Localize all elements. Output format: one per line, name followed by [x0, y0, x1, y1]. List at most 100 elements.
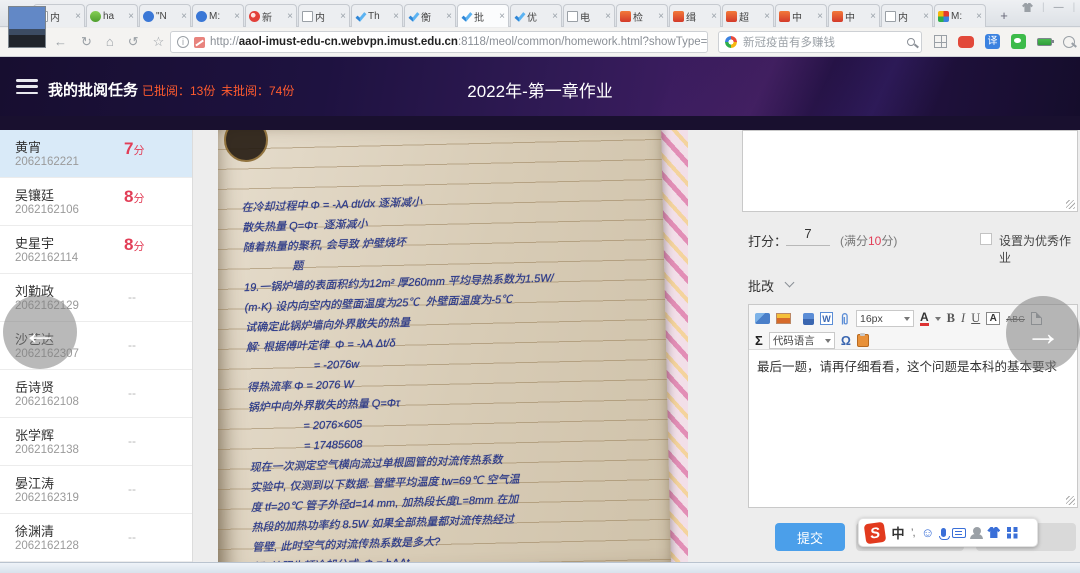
browser-tab[interactable]: Th × [351, 4, 403, 27]
tab-close-icon[interactable]: × [393, 11, 399, 22]
undo-icon[interactable]: ↺ [128, 34, 139, 50]
tools-wrench-icon[interactable] [1063, 36, 1075, 48]
wechat-icon[interactable] [1011, 34, 1026, 49]
menu-hamburger-icon[interactable] [16, 79, 38, 94]
bold-icon[interactable]: B [947, 311, 955, 326]
underline-icon[interactable]: U [971, 311, 980, 326]
browser-tab[interactable]: 衡 × [404, 4, 456, 27]
back-icon[interactable]: ← [54, 34, 67, 50]
favorite-icon[interactable]: ☆ [153, 34, 165, 50]
next-student-button[interactable]: → [1006, 296, 1080, 370]
insert-image-icon[interactable] [755, 313, 770, 324]
minimize-button[interactable]: — [1054, 2, 1064, 13]
special-char-icon[interactable]: Ω [841, 334, 851, 348]
tab-label: 内 [898, 9, 921, 24]
browser-tab[interactable]: 超 × [722, 4, 774, 27]
page-info-icon[interactable]: i [177, 36, 189, 48]
attachment-paperclip-icon[interactable] [839, 312, 850, 326]
ime-toolbox-icon[interactable] [1007, 527, 1012, 532]
submit-button[interactable]: 提交 [775, 523, 845, 551]
tab-close-icon[interactable]: × [287, 11, 293, 22]
browser-tab[interactable]: 内 × [881, 4, 933, 27]
font-size-select[interactable]: 16px [856, 310, 914, 327]
browser-tab[interactable]: 优 × [510, 4, 562, 27]
browser-tab[interactable]: 内 × [298, 4, 350, 27]
browser-tab[interactable]: "N × [139, 4, 191, 27]
italic-icon[interactable]: I [961, 311, 965, 326]
tab-close-icon[interactable]: × [181, 11, 187, 22]
tab-close-icon[interactable]: × [976, 11, 982, 22]
extension-icons: 译 [934, 34, 1075, 49]
ime-account-icon[interactable] [973, 527, 981, 535]
tab-close-icon[interactable]: × [128, 11, 134, 22]
nav-icons: ← ↻ ⌂ ↺ ☆ [54, 34, 164, 50]
tab-close-icon[interactable]: × [658, 11, 664, 22]
browser-tab[interactable]: M: × [934, 4, 986, 27]
formula-block-icon[interactable] [803, 313, 814, 325]
resize-handle[interactable] [1066, 200, 1075, 209]
code-language-select[interactable]: 代码语言 [769, 332, 835, 349]
tab-close-icon[interactable]: × [75, 11, 81, 22]
tab-close-icon[interactable]: × [870, 11, 876, 22]
sum-formula-icon[interactable]: Σ [755, 333, 763, 348]
browser-tab[interactable]: 中 × [828, 4, 880, 27]
highlight-color-icon[interactable]: A [986, 312, 1000, 325]
tab-close-icon[interactable]: × [499, 11, 505, 22]
tab-close-icon[interactable]: × [923, 11, 929, 22]
previous-student-button[interactable]: ← [3, 295, 77, 369]
url-text: http://aaol-imust-edu-cn.webvpn.imust.ed… [210, 36, 707, 48]
browser-tab[interactable]: 新 × [245, 4, 297, 27]
comment-textarea[interactable] [742, 130, 1078, 212]
student-row[interactable]: 张学辉 2062162138 -- [0, 418, 192, 466]
games-icon[interactable] [958, 36, 974, 48]
excellent-checkbox[interactable] [980, 233, 992, 245]
browser-tab[interactable]: 中 × [775, 4, 827, 27]
score-input[interactable]: 7 [786, 226, 830, 246]
ime-skin-icon[interactable] [987, 527, 1000, 538]
student-row[interactable]: 晏江涛 2062162319 -- [0, 466, 192, 514]
tab-close-icon[interactable]: × [552, 11, 558, 22]
tab-close-icon[interactable]: × [605, 11, 611, 22]
translate-icon[interactable]: 译 [985, 34, 1000, 49]
word-import-icon[interactable]: W [820, 312, 833, 325]
paste-icon[interactable] [857, 334, 869, 347]
url-field[interactable]: i http://aaol-imust-edu-cn.webvpn.imust.… [170, 31, 708, 53]
student-row[interactable]: 徐渊清 2062162128 -- [0, 514, 192, 562]
font-color-caret-icon[interactable] [935, 317, 941, 321]
student-row[interactable]: 岳诗贤 2062162108 -- [0, 370, 192, 418]
home-icon[interactable]: ⌂ [106, 34, 114, 50]
sogou-logo-icon[interactable]: S [864, 521, 887, 544]
search-field[interactable]: 新冠疫苗有多赚钱 [718, 31, 922, 53]
ime-punctuation-toggle[interactable]: ’, [911, 527, 915, 539]
tab-close-icon[interactable]: × [340, 11, 346, 22]
student-row[interactable]: 史星宇 2062162114 8分 [0, 226, 192, 274]
virtual-keyboard-icon[interactable] [952, 528, 966, 538]
student-name: 晏江涛 [15, 473, 54, 492]
ime-language-toggle[interactable]: 中 [892, 523, 905, 542]
browser-tab[interactable]: M: × [192, 4, 244, 27]
voice-input-icon[interactable] [941, 528, 946, 537]
tab-close-icon[interactable]: × [764, 11, 770, 22]
student-row[interactable]: 黄宵 2062162221 7分 [0, 130, 192, 178]
browser-tab[interactable]: 电 × [563, 4, 615, 27]
tab-close-icon[interactable]: × [446, 11, 452, 22]
apps-grid-icon[interactable] [934, 35, 947, 48]
browser-tab[interactable]: ha × [86, 4, 138, 27]
browser-tab[interactable]: 缉 × [669, 4, 721, 27]
search-icon[interactable] [907, 38, 915, 46]
battery-icon[interactable] [1037, 38, 1052, 46]
student-row[interactable]: 吴镶廷 2062162106 8分 [0, 178, 192, 226]
theme-skin-icon[interactable] [1022, 3, 1033, 12]
chevron-down-icon[interactable] [785, 278, 795, 288]
tab-close-icon[interactable]: × [711, 11, 717, 22]
tab-close-icon[interactable]: × [817, 11, 823, 22]
emoji-icon[interactable]: ☺ [921, 526, 934, 539]
browser-tab[interactable]: 批 × [457, 4, 509, 27]
new-tab-button[interactable]: + [996, 8, 1012, 24]
browser-tab[interactable]: 检 × [616, 4, 668, 27]
tab-close-icon[interactable]: × [234, 11, 240, 22]
font-color-icon[interactable]: A [920, 312, 929, 326]
refresh-icon[interactable]: ↻ [81, 34, 92, 50]
insert-picture-icon[interactable] [776, 313, 791, 324]
editor-resize-handle[interactable] [1066, 496, 1075, 505]
